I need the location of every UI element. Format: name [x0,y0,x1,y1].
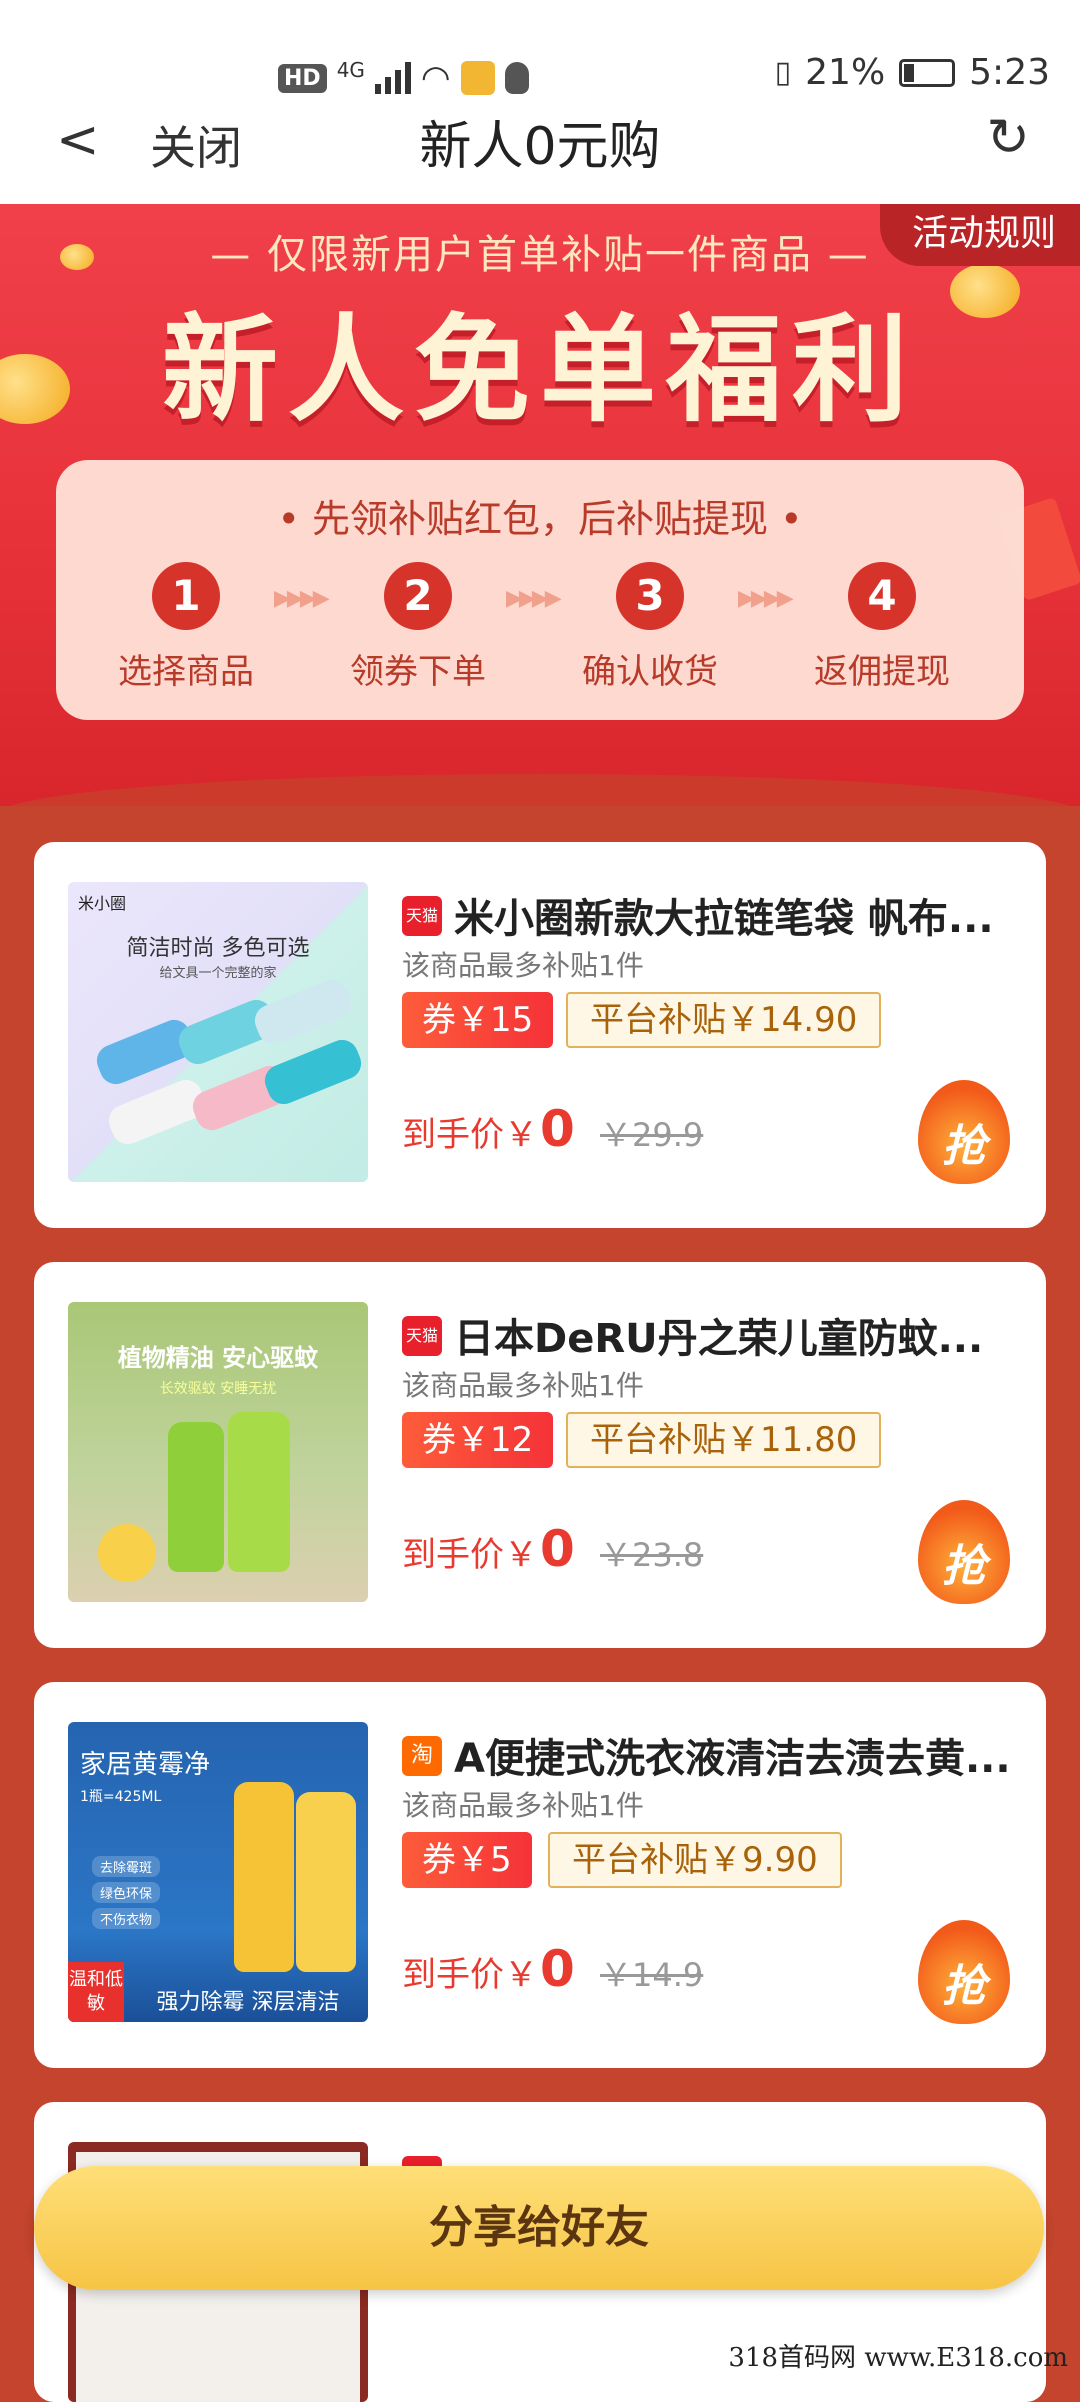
share-to-friends-button[interactable]: 分享给好友 [34,2166,1044,2290]
subsidy-limit: 该商品最多补贴1件 [402,1784,644,1824]
vibrate-icon: ▯ [775,55,792,90]
banner-title: 新人免单福利 [0,276,1080,444]
status-bar: HD 4G ◠ ▯ 21% 5:23 [0,0,1080,110]
platform-subsidy-badge: 平台补贴￥11.80 [566,1412,881,1468]
coupon-badge: 券￥15 [402,992,553,1048]
original-price: ￥29.9 [600,1110,703,1156]
final-price-value: 0 [540,1520,575,1578]
tmall-icon: 天猫 [402,1316,442,1356]
qq-icon [505,62,529,94]
page-title: 新人0元购 [0,104,1080,179]
image-subtitle: 给文具一个完整的家 [68,962,368,981]
product-card[interactable]: 植物精油 安心驱蚊 长效驱蚊 安睡无扰 天猫 日本DeRU丹之荣儿童防蚊... … [34,1262,1046,1648]
taobao-icon: 淘 [402,1736,442,1776]
final-price-label: 到手价￥ [402,1107,538,1156]
lemon-image [98,1524,156,1582]
feature-tag: 不伤衣物 [92,1908,160,1929]
step-1: 1 选择商品 [96,562,276,693]
arrow-icon: ▶▶▶▶ [274,586,326,611]
activity-rules-button[interactable]: 活动规则 [880,204,1080,266]
coupon-badge: 券￥12 [402,1412,553,1468]
promo-banner: — 仅限新用户首单补贴一件商品 — 新人免单福利 活动规则 • 先领补贴红包，后… [0,204,1080,806]
coupon-badge: 券￥5 [402,1832,532,1888]
product-title[interactable]: 米小圈新款大拉链笔袋 帆布... [454,886,1014,944]
signal-icon [375,62,411,94]
product-card[interactable]: 米小圈 简洁时尚 多色可选 给文具一个完整的家 天猫 米小圈新款大拉链笔袋 帆布… [34,842,1046,1228]
image-brand: 米小圈 [78,890,158,914]
watermark: 318首码网 www.E318.com [728,2337,1068,2374]
hd-icon: HD [278,64,327,93]
grab-button[interactable]: 抢 [918,1920,1010,2024]
spray-bottle-image [168,1422,224,1572]
tmall-icon: 天猫 [402,896,442,936]
subsidy-limit: 该商品最多补贴1件 [402,944,644,984]
final-price: 到手价￥0 [402,1520,575,1578]
original-price: ￥14.9 [600,1950,703,1996]
refresh-icon[interactable]: ↻ [986,108,1030,168]
detergent-bottle-image [296,1792,356,1972]
clock: 5:23 [969,52,1050,93]
battery-percent: 21% [805,52,885,93]
pencil-case-image [250,975,356,1049]
product-image: 植物精油 安心驱蚊 长效驱蚊 安睡无扰 [68,1302,368,1602]
final-price-label: 到手价￥ [402,1527,538,1576]
battery-icon [899,59,955,87]
spray-bottle-image [228,1412,290,1572]
image-subtitle: 长效驱蚊 安睡无扰 [68,1378,368,1398]
product-title[interactable]: A便捷式洗衣液清洁去渍去黄... [454,1726,1014,1784]
image-badge: 温和低敏 [68,1962,124,2022]
platform-subsidy-badge: 平台补贴￥14.90 [566,992,881,1048]
image-subtitle: 1瓶=425ML [80,1786,161,1806]
banner-curve [0,774,1080,806]
product-card[interactable]: 家居黄霉净 1瓶=425ML 去除霉斑 绿色环保 不伤衣物 温和低敏 强力除霉 … [34,1682,1046,2068]
final-price: 到手价￥0 [402,1940,575,1998]
arrow-icon: ▶▶▶▶ [506,586,558,611]
step-2: 2 领券下单 [328,562,508,693]
detergent-bottle-image [234,1782,294,1972]
network-label: 4G [337,58,365,82]
steps-heading: • 先领补贴红包，后补贴提现 • [56,488,1024,543]
product-image: 家居黄霉净 1瓶=425ML 去除霉斑 绿色环保 不伤衣物 温和低敏 强力除霉 … [68,1722,368,2022]
product-title[interactable]: 日本DeRU丹之荣儿童防蚊... [454,1306,1014,1364]
pencil-case-image [260,1035,366,1109]
grab-button[interactable]: 抢 [918,1500,1010,1604]
feature-tag: 去除霉斑 [92,1856,160,1877]
image-title: 植物精油 安心驱蚊 [68,1338,368,1373]
final-price-value: 0 [540,1100,575,1158]
final-price: 到手价￥0 [402,1100,575,1158]
image-bottom-text: 强力除霉 深层清洁 [128,1984,368,2016]
final-price-value: 0 [540,1940,575,1998]
final-price-label: 到手价￥ [402,1947,538,1996]
subsidy-limit: 该商品最多补贴1件 [402,1364,644,1404]
image-title: 家居黄霉净 [80,1744,210,1781]
steps-panel: • 先领补贴红包，后补贴提现 • 1 选择商品 ▶▶▶▶ 2 领券下单 ▶▶▶▶… [56,460,1024,720]
feature-tag: 绿色环保 [92,1882,160,1903]
original-price: ￥23.8 [600,1530,703,1576]
image-title: 简洁时尚 多色可选 [68,930,368,962]
wifi-icon: ◠ [421,58,451,98]
app-notification-icon [461,61,495,95]
arrow-icon: ▶▶▶▶ [738,586,790,611]
product-image: 米小圈 简洁时尚 多色可选 给文具一个完整的家 [68,882,368,1182]
step-3: 3 确认收货 [560,562,740,693]
step-4: 4 返佣提现 [792,562,972,693]
grab-button[interactable]: 抢 [918,1080,1010,1184]
platform-subsidy-badge: 平台补贴￥9.90 [548,1832,842,1888]
